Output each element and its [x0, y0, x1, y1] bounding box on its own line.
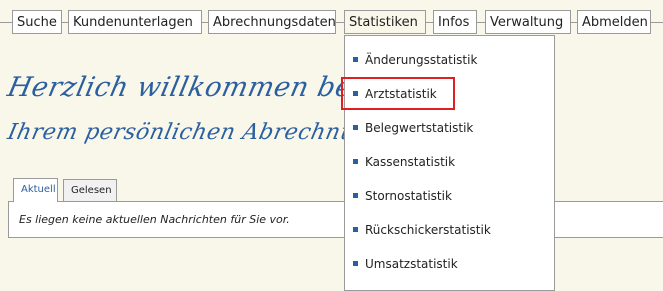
- nav-item-suche[interactable]: Suche: [12, 10, 62, 34]
- nav-item-kundenunterlagen[interactable]: Kundenunterlagen: [68, 10, 202, 34]
- bullet-icon: [353, 193, 358, 198]
- bullet-icon: [353, 227, 358, 232]
- news-panel: Es liegen keine aktuellen Nachrichten fü…: [8, 201, 663, 238]
- bullet-icon: [353, 261, 358, 266]
- menu-item-label: Belegwertstatistik: [365, 121, 474, 135]
- bullet-icon: [353, 125, 358, 130]
- menu-item-umsatzstatistik[interactable]: Umsatzstatistik: [345, 252, 554, 276]
- menu-item-rueckschickerstatistik[interactable]: Rückschickerstatistik: [345, 218, 554, 242]
- menu-item-stornostatistik[interactable]: Stornostatistik: [345, 184, 554, 208]
- menu-item-kassenstatistik[interactable]: Kassenstatistik: [345, 150, 554, 174]
- nav-item-verwaltung[interactable]: Verwaltung: [485, 10, 571, 34]
- nav-item-abrechnungsdaten[interactable]: Abrechnungsdaten: [208, 10, 336, 34]
- tab-aktuell[interactable]: Aktuell: [13, 178, 58, 202]
- news-message: Es liegen keine aktuellen Nachrichten fü…: [19, 213, 290, 226]
- menu-item-label: Kassenstatistik: [365, 155, 456, 169]
- bullet-icon: [353, 159, 358, 164]
- statistiken-dropdown-menu: Änderungsstatistik Arztstatistik Belegwe…: [344, 35, 555, 291]
- nav-item-statistiken[interactable]: Statistiken: [344, 10, 426, 34]
- menu-item-belegwertstatistik[interactable]: Belegwertstatistik: [345, 116, 554, 140]
- menu-item-aenderungsstatistik[interactable]: Änderungsstatistik: [345, 48, 554, 72]
- menu-item-label: Umsatzstatistik: [365, 257, 458, 271]
- tab-gelesen[interactable]: Gelesen: [63, 179, 117, 201]
- menu-item-label: Rückschickerstatistik: [365, 223, 491, 237]
- nav-item-abmelden[interactable]: Abmelden: [577, 10, 651, 34]
- nav-item-infos[interactable]: Infos: [433, 10, 477, 34]
- menu-item-label: Änderungsstatistik: [365, 53, 478, 67]
- highlight-box: [341, 77, 455, 110]
- menu-item-label: Stornostatistik: [365, 189, 452, 203]
- bullet-icon: [353, 57, 358, 62]
